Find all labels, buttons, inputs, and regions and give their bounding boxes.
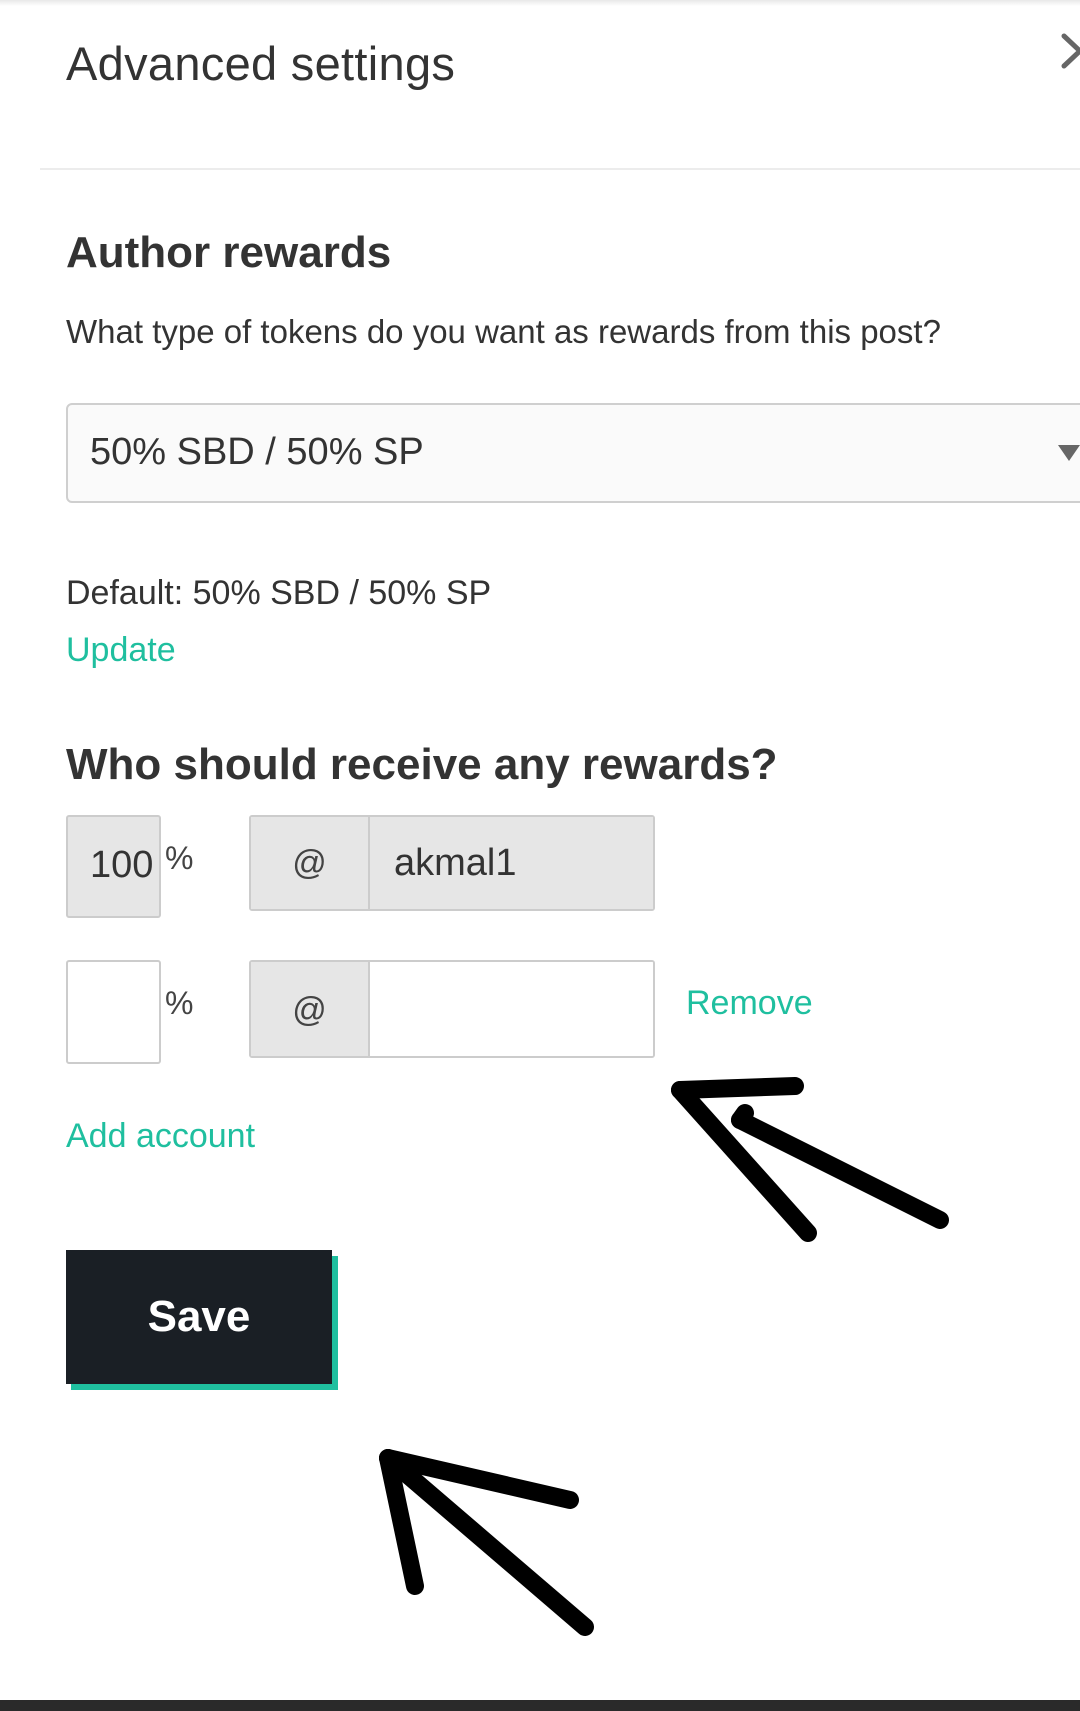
default-reward-text: Default: 50% SBD / 50% SP bbox=[66, 574, 492, 612]
at-prefix: @ bbox=[251, 817, 370, 909]
annotation-arrow-save bbox=[379, 1449, 594, 1636]
beneficiary-percent-input[interactable]: 100 bbox=[66, 815, 161, 918]
remove-beneficiary-link[interactable]: Remove bbox=[686, 984, 813, 1023]
update-link[interactable]: Update bbox=[66, 631, 176, 670]
annotation-arrow-remove bbox=[671, 1077, 949, 1242]
close-icon[interactable] bbox=[1058, 24, 1080, 74]
top-shade bbox=[0, 0, 1080, 6]
header-divider bbox=[40, 168, 1080, 170]
reward-type-select[interactable]: 50% SBD / 50% SP bbox=[66, 403, 1080, 503]
rewards-prompt: What type of tokens do you want as rewar… bbox=[66, 313, 941, 350]
beneficiary-percent-input[interactable] bbox=[66, 960, 161, 1064]
beneficiary-account-input[interactable]: akmal1 bbox=[370, 817, 653, 909]
beneficiary-account-group: @ bbox=[249, 960, 655, 1058]
at-prefix: @ bbox=[251, 962, 370, 1056]
bottom-bar bbox=[0, 1700, 1080, 1711]
modal-title: Advanced settings bbox=[66, 37, 456, 90]
beneficiary-account-group: @ akmal1 bbox=[249, 815, 655, 911]
reward-type-selected-value: 50% SBD / 50% SP bbox=[90, 431, 424, 473]
advanced-settings-modal: Advanced settings Author rewards What ty… bbox=[0, 0, 1080, 1711]
percent-sign: % bbox=[165, 840, 194, 876]
add-account-link[interactable]: Add account bbox=[66, 1117, 255, 1156]
beneficiaries-heading: Who should receive any rewards? bbox=[66, 740, 778, 789]
save-button[interactable]: Save bbox=[66, 1250, 332, 1384]
percent-sign: % bbox=[165, 985, 194, 1021]
beneficiary-account-input[interactable] bbox=[370, 962, 653, 1056]
author-rewards-heading: Author rewards bbox=[66, 228, 392, 277]
chevron-down-icon bbox=[1058, 445, 1080, 461]
save-button-wrapper[interactable]: Save bbox=[66, 1250, 338, 1390]
